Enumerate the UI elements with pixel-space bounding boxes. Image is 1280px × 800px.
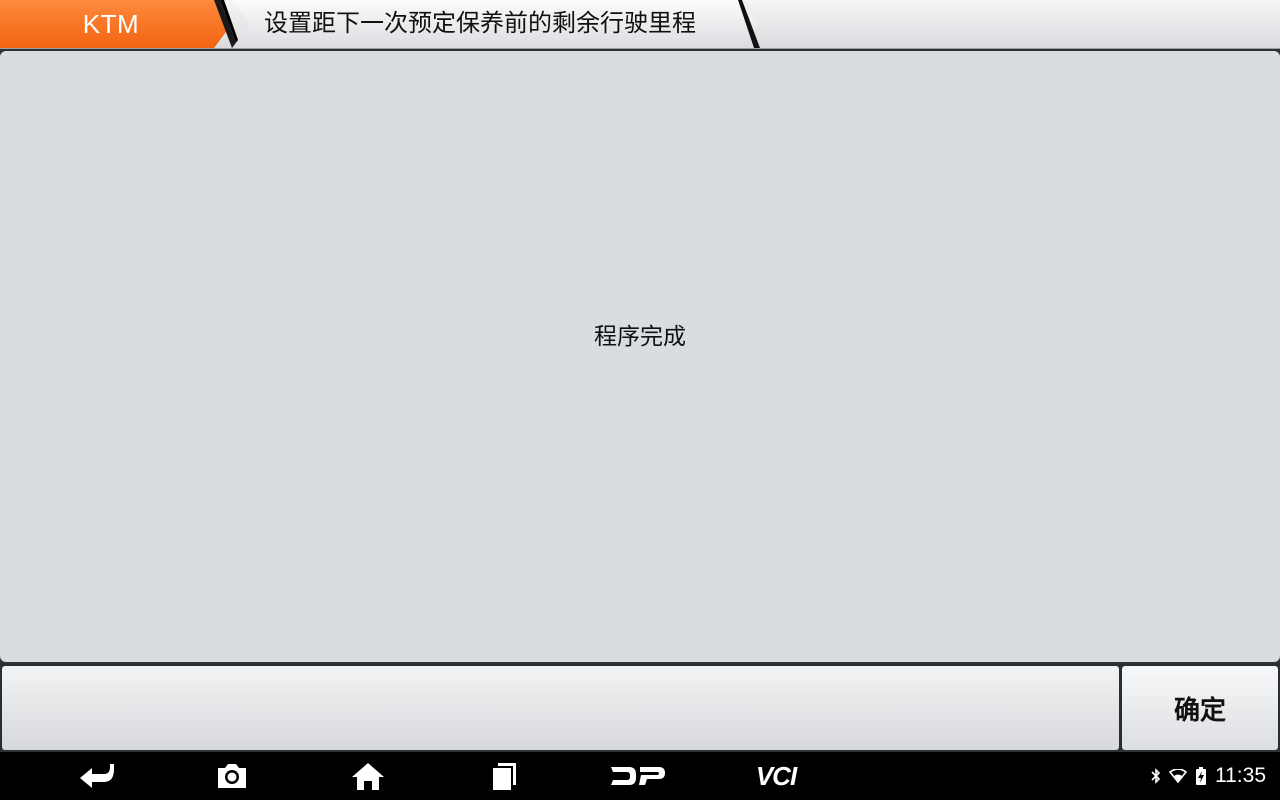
recents-icon (493, 763, 516, 790)
breadcrumb-separator-icon (214, 0, 238, 48)
vci-button[interactable]: VCI (744, 752, 808, 800)
dp-logo-icon (611, 767, 665, 785)
breadcrumb-end-separator-icon (738, 0, 760, 48)
battery-charging-icon (1196, 767, 1206, 785)
action-bar-empty-area (2, 666, 1119, 750)
back-arrow-icon (80, 764, 114, 788)
confirm-button-label: 确定 (1173, 695, 1226, 726)
screenshot-button[interactable] (200, 752, 264, 800)
recents-button[interactable] (472, 752, 536, 800)
system-nav-bar: VCI 11:35 (0, 752, 1280, 800)
dp-button[interactable] (606, 752, 670, 800)
breadcrumb: KTM 设置距下一次预定保养前的剩余行驶里程 (0, 0, 1280, 49)
breadcrumb-brand[interactable]: KTM (0, 0, 232, 48)
screen: KTM 设置距下一次预定保养前的剩余行驶里程 程序完成 确定 VCI 11:35 (0, 0, 1280, 800)
action-bar: 确定 (0, 664, 1280, 750)
status-message: 程序完成 (594, 324, 686, 350)
back-button[interactable] (64, 752, 128, 800)
home-icon (352, 763, 384, 790)
content-panel: 程序完成 (0, 51, 1280, 662)
page-title: 设置距下一次预定保养前的剩余行驶里程 (264, 9, 696, 37)
status-bar: 11:35 (1151, 752, 1266, 800)
home-button[interactable] (336, 752, 400, 800)
vci-label: VCI (755, 760, 797, 791)
bluetooth-icon (1151, 768, 1161, 784)
brand-label: KTM (82, 8, 140, 39)
confirm-button[interactable]: 确定 (1122, 666, 1278, 750)
clock: 11:35 (1215, 764, 1266, 787)
wifi-icon (1169, 769, 1187, 783)
camera-icon (218, 764, 246, 788)
